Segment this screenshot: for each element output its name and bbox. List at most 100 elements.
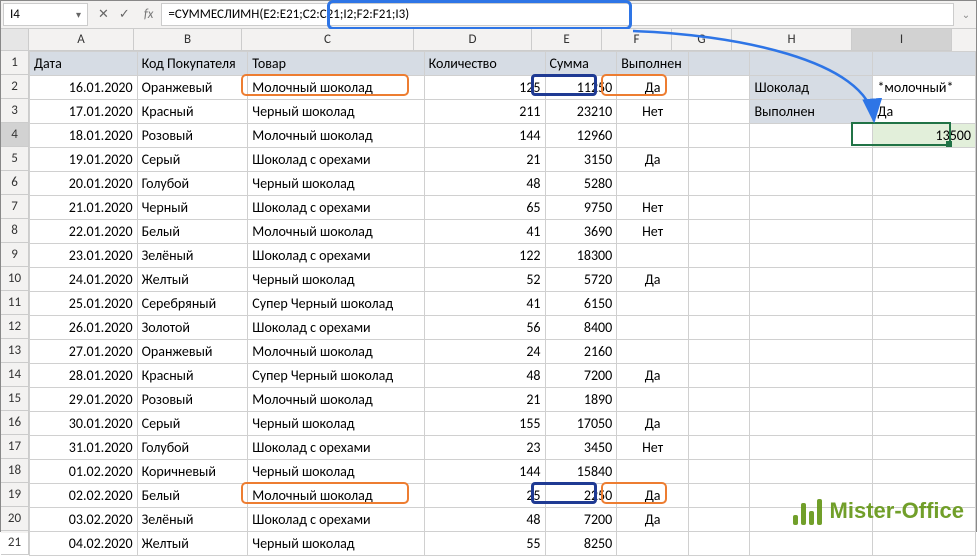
cell-B8[interactable]: Белый [137,220,248,244]
cell-A16[interactable]: 30.01.2020 [30,412,138,436]
header-C[interactable]: Товар [248,52,424,76]
cell-H21[interactable] [750,532,873,556]
cell-G10[interactable] [688,268,749,292]
cell-G4[interactable] [688,124,749,148]
cell-E10[interactable]: 5720 [545,268,617,292]
cell-C21[interactable]: Черный шоколад [248,532,424,556]
cell-H11[interactable] [750,292,873,316]
cell-F6[interactable] [617,172,689,196]
row-head-20[interactable]: 20 [1,507,29,531]
cell-C14[interactable]: Супер Черный шоколад [248,364,424,388]
cell-B19[interactable]: Белый [137,484,248,508]
header-B[interactable]: Код Покупателя [137,52,248,76]
cell-F2[interactable]: Да [617,76,689,100]
cell-F7[interactable]: Нет [617,196,689,220]
cell-A6[interactable]: 20.01.2020 [30,172,138,196]
cell-G5[interactable] [688,148,749,172]
row-head-4[interactable]: 4 [1,123,29,147]
cell-H10[interactable] [750,268,873,292]
row-head-1[interactable]: 1 [1,51,29,75]
cell-D10[interactable]: 52 [424,268,545,292]
row-head-19[interactable]: 19 [1,483,29,507]
cell-C7[interactable]: Шоколад с орехами [248,196,424,220]
cell-D9[interactable]: 122 [424,244,545,268]
cell-A20[interactable]: 03.02.2020 [30,508,138,532]
cell-F5[interactable]: Да [617,148,689,172]
header-A[interactable]: Дата [30,52,138,76]
row-head-3[interactable]: 3 [1,99,29,123]
cell-G11[interactable] [688,292,749,316]
header-D[interactable]: Количество [424,52,545,76]
cell-A5[interactable]: 19.01.2020 [30,148,138,172]
cell-E12[interactable]: 8400 [545,316,617,340]
cell-A17[interactable]: 31.01.2020 [30,436,138,460]
cell-G19[interactable] [688,484,749,508]
row-head-7[interactable]: 7 [1,195,29,219]
cell-B3[interactable]: Красный [137,100,248,124]
cell-H6[interactable] [750,172,873,196]
cell-E6[interactable]: 5280 [545,172,617,196]
cell-A15[interactable]: 29.01.2020 [30,388,138,412]
cell-C17[interactable]: Шоколад с орехами [248,436,424,460]
cell-G2[interactable] [688,76,749,100]
cell-E14[interactable]: 7200 [545,364,617,388]
cell-E9[interactable]: 18300 [545,244,617,268]
row-head-16[interactable]: 16 [1,411,29,435]
cell-G1[interactable] [688,52,749,76]
cell-B10[interactable]: Желтый [137,268,248,292]
cell-C16[interactable]: Черный шоколад [248,412,424,436]
cell-B18[interactable]: Коричневый [137,460,248,484]
cell-E2[interactable]: 11250 [545,76,617,100]
cancel-icon[interactable]: ✕ [98,7,109,22]
cell-G8[interactable] [688,220,749,244]
row-head-21[interactable]: 21 [1,531,29,555]
row-head-11[interactable]: 11 [1,291,29,315]
row-head-5[interactable]: 5 [1,147,29,171]
row-head-10[interactable]: 10 [1,267,29,291]
row-head-8[interactable]: 8 [1,219,29,243]
cell-I4[interactable]: 13500 [873,124,976,148]
cell-I7[interactable] [873,196,976,220]
cell-A4[interactable]: 18.01.2020 [30,124,138,148]
cell-I9[interactable] [873,244,976,268]
cell-I17[interactable] [873,436,976,460]
cell-A10[interactable]: 24.01.2020 [30,268,138,292]
cell-B6[interactable]: Голубой [137,172,248,196]
cell-D13[interactable]: 24 [424,340,545,364]
cell-H2[interactable]: Шоколад [750,76,873,100]
cell-G13[interactable] [688,340,749,364]
cell-B20[interactable]: Зелёный [137,508,248,532]
cell-D16[interactable]: 155 [424,412,545,436]
cell-I5[interactable] [873,148,976,172]
cell-B21[interactable]: Желтый [137,532,248,556]
cell-D14[interactable]: 48 [424,364,545,388]
cell-E5[interactable]: 3150 [545,148,617,172]
cell-F9[interactable] [617,244,689,268]
col-head-I[interactable]: I [852,29,952,51]
cell-B15[interactable]: Розовый [137,388,248,412]
row-head-13[interactable]: 13 [1,339,29,363]
cell-H16[interactable] [750,412,873,436]
cell-D8[interactable]: 41 [424,220,545,244]
cell-E8[interactable]: 3690 [545,220,617,244]
expand-formula-bar-icon[interactable]: ⌄ [956,1,976,28]
cell-H1[interactable] [750,52,873,76]
cell-H18[interactable] [750,460,873,484]
cell-A12[interactable]: 26.01.2020 [30,316,138,340]
cell-H12[interactable] [750,316,873,340]
col-head-E[interactable]: E [532,29,602,51]
cell-A7[interactable]: 21.01.2020 [30,196,138,220]
cell-F16[interactable]: Да [617,412,689,436]
cell-A19[interactable]: 02.02.2020 [30,484,138,508]
cell-F15[interactable] [617,388,689,412]
cell-D6[interactable]: 48 [424,172,545,196]
fx-icon[interactable]: fx [138,1,160,28]
cell-E17[interactable]: 3450 [545,436,617,460]
cell-H8[interactable] [750,220,873,244]
cell-A21[interactable]: 04.02.2020 [30,532,138,556]
cell-C2[interactable]: Молочный шоколад [248,76,424,100]
row-head-17[interactable]: 17 [1,435,29,459]
cell-F13[interactable] [617,340,689,364]
row-head-2[interactable]: 2 [1,75,29,99]
cell-D18[interactable]: 144 [424,460,545,484]
